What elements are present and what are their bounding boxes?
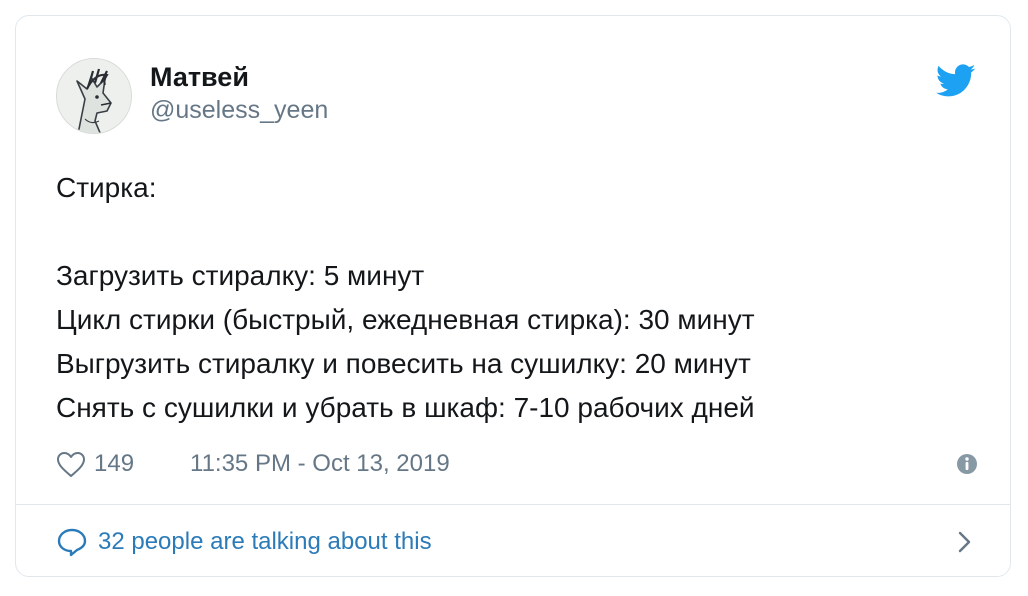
tweet-card: Матвей @useless_yeen Стирка: Загрузить с… <box>15 15 1011 577</box>
tweet-text: Стирка: Загрузить стиралку: 5 минут Цикл… <box>56 166 976 430</box>
user-names[interactable]: Матвей @useless_yeen <box>150 60 328 126</box>
tweet-timestamp[interactable]: 11:35 PM - Oct 13, 2019 <box>190 444 450 484</box>
info-icon[interactable] <box>956 453 978 475</box>
tweet-line: Снять с сушилки и убрать в шкаф: 7-10 ра… <box>56 392 755 423</box>
chevron-right-icon[interactable] <box>952 530 976 554</box>
tweet-line <box>56 210 976 254</box>
conversation-link[interactable]: 32 people are talking about this <box>56 521 976 563</box>
avatar[interactable] <box>56 58 132 134</box>
like-count: 149 <box>94 450 135 477</box>
speech-bubble-icon <box>57 528 87 557</box>
twitter-bird-icon[interactable] <box>936 64 976 98</box>
tweet-header: Матвей @useless_yeen <box>56 56 976 136</box>
tweet-line: Цикл стирки (быстрый, ежедневная стирка)… <box>56 304 755 335</box>
tweet-line: Загрузить стиралку: 5 минут <box>56 260 425 291</box>
tweet-line: Стирка: <box>56 172 157 203</box>
user-handle[interactable]: @useless_yeen <box>150 94 328 126</box>
like-button[interactable]: 149 <box>56 444 134 484</box>
fox-avatar-icon <box>57 59 131 133</box>
tweet-line: Выгрузить стиралку и повесить на сушилку… <box>56 348 751 379</box>
display-name[interactable]: Матвей <box>150 60 328 94</box>
conversation-label[interactable]: 32 people are talking about this <box>98 521 432 563</box>
tweet-meta: 149 11:35 PM - Oct 13, 2019 <box>56 444 978 484</box>
divider <box>16 504 1010 505</box>
heart-icon <box>57 451 85 477</box>
